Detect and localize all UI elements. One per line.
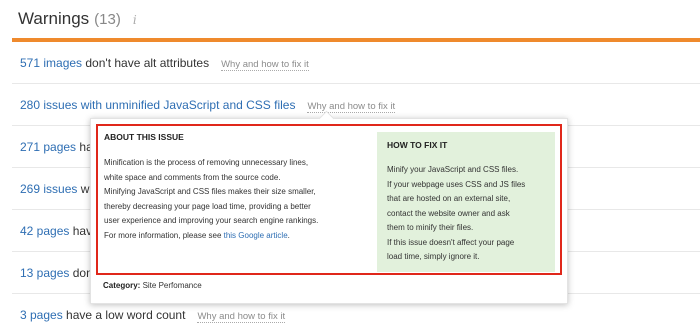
issue-link[interactable]: 42 pages [20,224,69,238]
issue-text: 13 pages don [20,266,93,280]
how-to-fix-section: HOW TO FIX IT Minify your JavaScript and… [377,132,555,272]
about-link-end: . [287,230,290,240]
info-icon[interactable]: i [133,13,137,27]
issue-text: 571 images don't have alt attributes Why … [20,56,309,71]
issue-text: 42 pages have [20,224,99,238]
how-line: If this issue doesn't affect your page [387,237,515,247]
how-line: that are hosted on an external site, [387,194,511,203]
highlight-frame: ABOUT THIS ISSUE Minification is the pro… [96,124,562,275]
issue-link[interactable]: 571 images [20,56,82,70]
about-line: Minifying JavaScript and CSS files makes… [104,187,316,196]
issue-count[interactable]: 280 issues [20,98,77,112]
google-article-link[interactable]: this Google article [224,231,288,240]
about-text: Minification is the process of removing … [104,156,370,243]
issue-text: 3 pages have a low word count Why and how… [20,308,286,323]
about-line: user experience and improving your searc… [104,216,319,225]
how-to-fix-title: HOW TO FIX IT [387,140,448,150]
category-label: Category: [103,281,141,290]
warnings-header: Warnings (13) i [18,9,137,33]
about-line: thereby decreasing your page load time, … [104,201,311,211]
about-more-text: For more information, please see [104,230,224,240]
about-line: white space and comments from the source… [104,172,281,182]
about-section: ABOUT THIS ISSUE Minification is the pro… [104,132,370,243]
how-line: load time, simply ignore it. [387,252,480,261]
issue-text: 280 issues with unminified JavaScript an… [20,98,396,113]
about-line: Minification is the process of removing … [104,158,309,167]
issue-link[interactable]: 269 issues [20,182,77,196]
issue-category: Category: Site Perfomance [103,281,202,290]
why-and-how-to-fix-link[interactable]: Why and how to fix it [197,311,286,323]
issue-link[interactable]: with unminified JavaScript and CSS files [77,98,296,112]
issue-link[interactable]: 3 pages [20,308,63,322]
issue-text: 271 pages hav [20,140,99,154]
issue-description: have a low word count [62,308,186,322]
issue-row: 571 images don't have alt attributes Why … [12,42,700,84]
warnings-count: (13) [94,11,121,28]
how-line: Minify your JavaScript and CSS files. [387,165,519,174]
why-and-how-to-fix-link[interactable]: Why and how to fix it [221,59,309,71]
issue-text: 269 issues wi [20,182,92,196]
issue-link[interactable]: 13 pages [20,266,69,280]
how-line: If your webpage uses CSS and JS files [387,179,526,189]
about-title: ABOUT THIS ISSUE [104,132,184,142]
issue-link[interactable]: 271 pages [20,140,76,154]
page-title: Warnings [18,9,90,28]
why-and-how-to-fix-link[interactable]: Why and how to fix it [307,101,396,113]
issue-details-popup: ABOUT THIS ISSUE Minification is the pro… [90,110,568,304]
how-to-fix-text: Minify your JavaScript and CSS files. If… [387,163,553,265]
issue-description: don't have alt attributes [82,56,210,70]
category-value: Site Perfomance [140,281,202,290]
how-line: them to minify their files. [387,223,474,232]
how-line: contact the website owner and ask [387,208,510,218]
